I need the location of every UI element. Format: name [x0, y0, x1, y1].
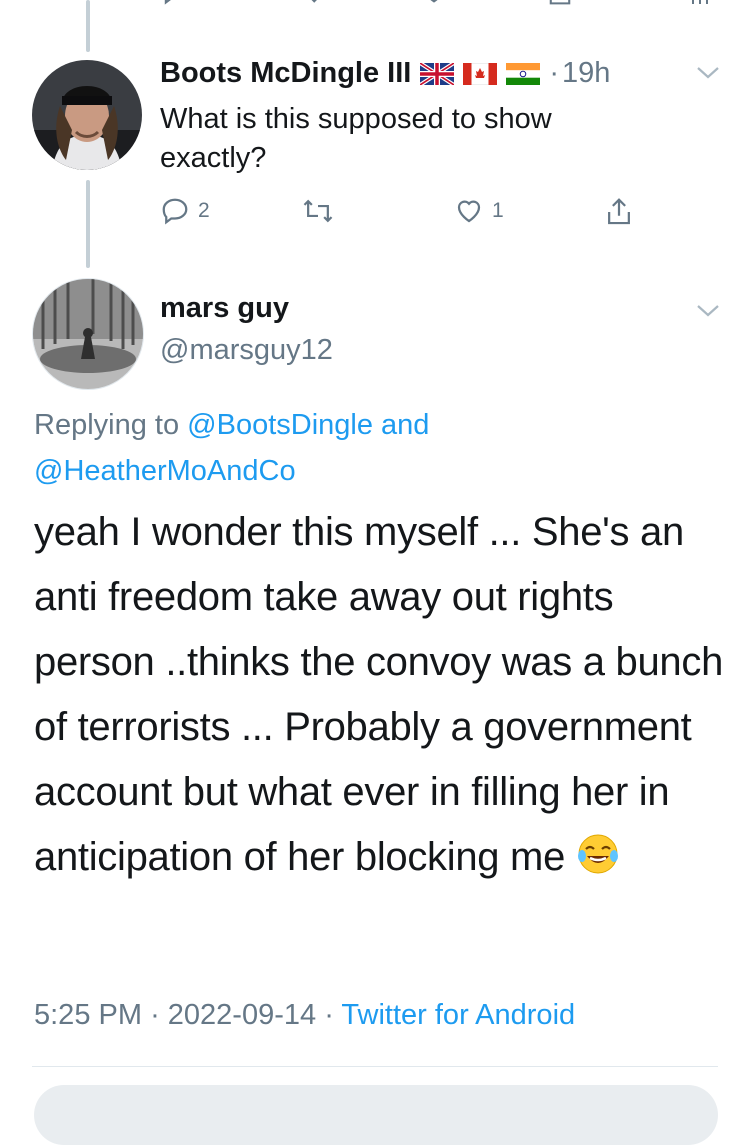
- reply-count: 2: [198, 199, 210, 222]
- time-separator: ·: [549, 57, 560, 89]
- tweet-time[interactable]: 5:25 PM: [34, 999, 142, 1031]
- tweet-meta: 5:25 PM · 2022-09-14 · Twitter for Andro…: [34, 999, 575, 1032]
- share-button[interactable]: [546, 0, 574, 8]
- meta-separator: ·: [150, 999, 160, 1031]
- joy-emoji-icon: [577, 834, 618, 874]
- author-name[interactable]: Boots McDingle III: [160, 57, 411, 90]
- avatar-marsguy[interactable]: [32, 278, 144, 390]
- tweet-date[interactable]: 2022-09-14: [168, 999, 316, 1031]
- thread-line-bottom: [86, 180, 90, 268]
- divider: [32, 1066, 718, 1067]
- tweet1-text: What is this supposed to show exactly?: [160, 103, 552, 174]
- tweet2-body: yeah I wonder this myself ... She's an a…: [34, 510, 724, 879]
- like-count: 444: [456, 0, 491, 4]
- reply-button[interactable]: 2: [160, 196, 210, 226]
- tweet-time[interactable]: 19h: [562, 57, 610, 90]
- reply-button[interactable]: 30: [160, 0, 219, 6]
- share-button[interactable]: [604, 196, 634, 228]
- prev-tweet-actions: 30 207 444: [0, 0, 750, 18]
- analytics-icon: [692, 0, 708, 4]
- retweet-icon: [303, 199, 333, 223]
- replying-and[interactable]: and: [381, 409, 429, 441]
- heart-icon: [430, 0, 438, 3]
- canada-flag-icon: [463, 62, 498, 85]
- author-handle[interactable]: @marsguy12: [160, 334, 333, 367]
- retweet-button[interactable]: 207: [290, 0, 363, 6]
- chevron-down-icon[interactable]: [694, 62, 722, 82]
- tweet2-text: yeah I wonder this myself ... She's an a…: [34, 500, 724, 890]
- share-icon: [549, 0, 571, 5]
- reply-input[interactable]: [34, 1085, 718, 1145]
- share-icon: [608, 198, 630, 225]
- avatar-boots[interactable]: [32, 60, 142, 170]
- mention-link[interactable]: @HeatherMoAndCo: [34, 455, 296, 487]
- reply-icon: [164, 0, 175, 5]
- chevron-down-icon[interactable]: [694, 300, 722, 320]
- tweet1-header: Boots McDingle III · 19h: [160, 57, 610, 90]
- like-count: 1: [492, 199, 504, 222]
- tweet-source[interactable]: Twitter for Android: [341, 999, 575, 1031]
- replying-prefix: Replying to: [34, 409, 180, 441]
- retweet-icon: [311, 0, 317, 3]
- retweet-count: 207: [328, 0, 363, 4]
- retweet-button[interactable]: [302, 196, 334, 226]
- meta-separator: ·: [324, 999, 334, 1031]
- author-name[interactable]: mars guy: [160, 292, 289, 325]
- analytics-button[interactable]: [688, 0, 712, 6]
- india-flag-icon: [506, 62, 541, 85]
- uk-flag-icon: [420, 62, 455, 85]
- like-button[interactable]: 1: [454, 196, 504, 226]
- reply-icon: [162, 198, 188, 225]
- mention-link[interactable]: @BootsDingle: [187, 409, 373, 441]
- reply-count: 30: [196, 0, 219, 4]
- replying-to: Replying to @BootsDingle and @HeatherMoA…: [34, 402, 594, 494]
- heart-icon: [457, 200, 481, 223]
- like-button[interactable]: 444: [420, 0, 491, 6]
